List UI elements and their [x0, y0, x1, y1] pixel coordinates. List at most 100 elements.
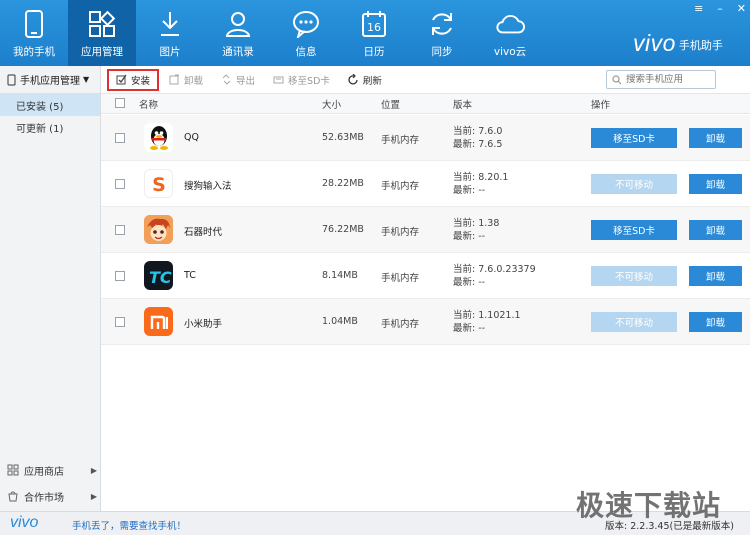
uninstall-button[interactable]: 卸载 — [689, 312, 742, 332]
sync-icon — [427, 9, 457, 39]
app-location: 手机内存 — [381, 181, 420, 192]
uninstall-button[interactable]: 卸载 — [689, 128, 742, 148]
row-checkbox[interactable] — [115, 133, 125, 143]
uninstall-button[interactable]: 卸载 — [689, 220, 742, 240]
contact-person-icon — [223, 9, 253, 39]
row-checkbox[interactable] — [115, 271, 125, 281]
install-icon — [116, 74, 127, 85]
select-all-checkbox[interactable] — [115, 98, 125, 108]
sidebar-item-updatable[interactable]: 可更新 (1) — [0, 116, 100, 138]
menu-icon[interactable]: ≡ — [694, 2, 703, 15]
sd-card-icon — [273, 76, 284, 84]
sidebar-item-partner-market[interactable]: 合作市场 ▶ — [0, 483, 101, 509]
minimize-icon[interactable]: – — [717, 2, 723, 15]
sidebar-header-dropdown[interactable]: 手机应用管理 ▼ — [0, 66, 100, 94]
tc-logo-icon: TC — [144, 261, 173, 290]
latest-version: 最新: -- — [453, 276, 486, 288]
app-name: 石器时代 — [184, 227, 223, 238]
uninstall-button[interactable]: 卸载 — [161, 69, 211, 91]
uninstall-icon — [169, 74, 180, 85]
nav-label: 我的手机 — [13, 46, 55, 58]
search-box — [606, 70, 716, 89]
close-icon[interactable]: ✕ — [737, 2, 746, 15]
search-input[interactable] — [626, 74, 714, 85]
sidebar-item-label: 已安装 (5) — [16, 101, 64, 113]
nav-sync[interactable]: 同步 — [408, 0, 476, 66]
vivo-footer-logo: vivo — [10, 514, 39, 531]
column-header-location: 位置 — [381, 100, 401, 111]
current-version: 当前: 1.38 — [453, 218, 500, 229]
nav-vivo-cloud[interactable]: vivo云 — [476, 0, 544, 66]
watermark: 极速下载站 — [576, 489, 722, 522]
sidebar-item-installed[interactable]: 已安装 (5) — [0, 94, 100, 116]
latest-version: 最新: -- — [453, 322, 486, 334]
cloud-icon — [495, 9, 525, 39]
nav-app-management[interactable]: 应用管理 — [68, 0, 136, 66]
app-size: 52.63MB — [322, 132, 364, 143]
column-header-action: 操作 — [591, 100, 611, 111]
calendar-icon: 16 — [359, 9, 389, 39]
nav-label: 应用管理 — [81, 46, 123, 58]
sidebar: 手机应用管理 ▼ 已安装 (5) 可更新 (1) 应用商店 ▶ 合作市场 ▶ — [0, 66, 101, 511]
download-arrow-icon — [155, 9, 185, 39]
sidebar-item-label: 可更新 (1) — [16, 123, 64, 135]
refresh-label: 刷新 — [362, 75, 382, 87]
chevron-right-icon: ▶ — [90, 465, 97, 475]
latest-version: 最新: 7.6.5 — [453, 138, 503, 150]
app-location: 手机内存 — [381, 135, 420, 146]
nav-label: 日历 — [363, 46, 385, 58]
not-movable-button: 不可移动 — [591, 174, 677, 194]
nav-contacts[interactable]: 通讯录 — [204, 0, 272, 66]
app-name: 小米助手 — [184, 319, 223, 330]
column-header-size: 大小 — [322, 100, 342, 111]
nav-my-phone[interactable]: 我的手机 — [0, 0, 68, 66]
sidebar-item-app-store[interactable]: 应用商店 ▶ — [0, 457, 101, 483]
game-character-icon — [144, 215, 173, 244]
nav-calendar[interactable]: 16 日历 — [340, 0, 408, 66]
caret-down-icon: ▼ — [83, 75, 90, 84]
row-checkbox[interactable] — [115, 317, 125, 327]
search-icon[interactable] — [612, 74, 622, 85]
table-row: TC TC 8.14MB 手机内存 当前: 7.6.0.23379 最新: --… — [101, 253, 750, 299]
current-version: 当前: 8.20.1 — [453, 172, 509, 183]
table-header: 名称 大小 位置 版本 操作 — [101, 94, 750, 114]
table-row: 小米助手 1.04MB 手机内存 当前: 1.1021.1 最新: -- 不可移… — [101, 299, 750, 345]
move-to-sd-button[interactable]: 移至SD卡 — [591, 128, 677, 148]
svg-text:16: 16 — [367, 21, 381, 34]
chevron-right-icon: ▶ — [90, 491, 97, 501]
nav-label: vivo云 — [493, 46, 527, 58]
app-size: 1.04MB — [322, 316, 358, 327]
nav-label: 通讯录 — [222, 46, 254, 58]
toolbar: 安装 卸载 导出 移至SD卡 刷新 — [101, 66, 750, 94]
refresh-button[interactable]: 刷新 — [340, 69, 390, 91]
current-version: 当前: 1.1021.1 — [453, 310, 521, 321]
store-icon — [7, 464, 19, 476]
sidebar-item-label: 应用商店 — [24, 466, 64, 478]
uninstall-button[interactable]: 卸载 — [689, 266, 742, 286]
vivo-logo: vivo — [633, 30, 676, 56]
nav-pictures[interactable]: 图片 — [136, 0, 204, 66]
row-checkbox[interactable] — [115, 179, 125, 189]
phone-small-icon — [7, 73, 16, 86]
app-location: 手机内存 — [381, 227, 420, 238]
find-phone-link[interactable]: 手机丢了，需要查找手机！ — [72, 518, 186, 532]
app-location: 手机内存 — [381, 273, 420, 284]
table-row: QQ 52.63MB 手机内存 当前: 7.6.0 最新: 7.6.5 移至SD… — [101, 115, 750, 161]
brand: vivo 手机助手 — [633, 30, 723, 57]
message-bubble-icon — [291, 9, 321, 39]
row-checkbox[interactable] — [115, 225, 125, 235]
move-to-sd-button[interactable]: 移至SD卡 — [265, 69, 338, 91]
window-controls: ≡ – ✕ — [694, 2, 746, 15]
not-movable-button: 不可移动 — [591, 312, 677, 332]
nav-label: 信息 — [295, 46, 317, 58]
svg-text:S: S — [152, 174, 166, 196]
install-button[interactable]: 安装 — [107, 68, 160, 91]
app-name: 搜狗输入法 — [184, 181, 232, 192]
latest-version: 最新: -- — [453, 230, 486, 242]
move-to-sd-button[interactable]: 移至SD卡 — [591, 220, 677, 240]
uninstall-button[interactable]: 卸载 — [689, 174, 742, 194]
export-label: 导出 — [236, 75, 256, 87]
export-button[interactable]: 导出 — [213, 69, 263, 91]
nav-messages[interactable]: 信息 — [272, 0, 340, 66]
apps-grid-icon — [87, 9, 117, 39]
